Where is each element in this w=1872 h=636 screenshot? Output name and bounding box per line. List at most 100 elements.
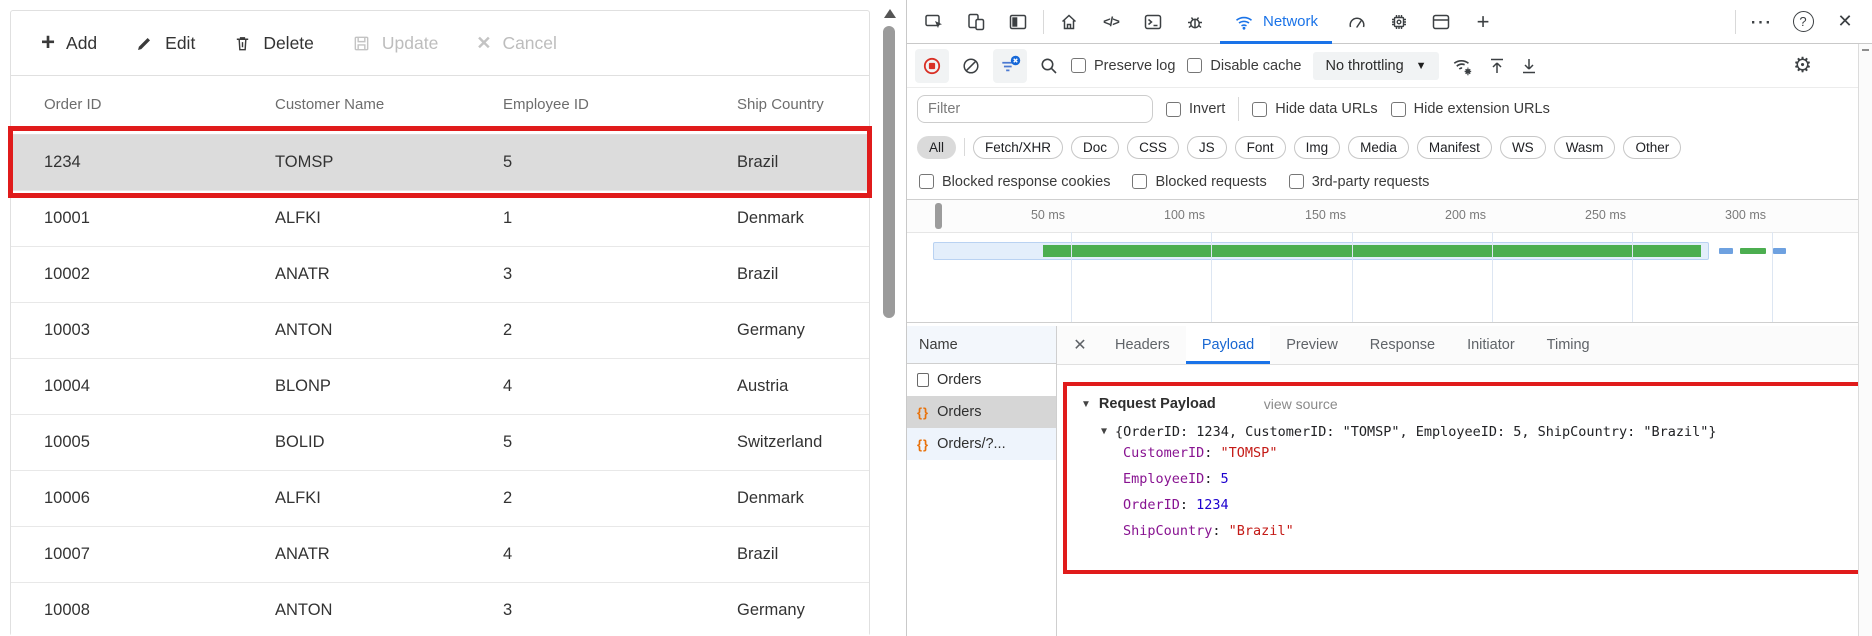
- grid-cell: 10003: [44, 303, 90, 358]
- chevron-down-icon: ▼: [1416, 60, 1427, 72]
- disable-cache-label: Disable cache: [1210, 58, 1301, 74]
- filter-chip-doc[interactable]: Doc: [1071, 136, 1119, 159]
- third-party-requests-checkbox[interactable]: 3rd-party requests: [1289, 174, 1430, 190]
- detail-tab-response[interactable]: Response: [1354, 326, 1451, 364]
- devtools-panel: </> Network +: [906, 0, 1872, 636]
- detail-tab-preview[interactable]: Preview: [1270, 326, 1354, 364]
- request-rows: Orders{}Orders {} Orders/?...: [907, 364, 1056, 460]
- memory-cpu-icon[interactable]: [1382, 5, 1416, 39]
- table-row[interactable]: 10003ANTON2Germany: [11, 303, 869, 359]
- filter-chip-css[interactable]: CSS: [1127, 136, 1179, 159]
- request-row[interactable]: {} Orders/?...: [907, 428, 1056, 460]
- preserve-log-checkbox[interactable]: Preserve log: [1071, 58, 1175, 74]
- import-har-icon[interactable]: [1487, 56, 1507, 76]
- table-row[interactable]: 10004BLONP4Austria: [11, 359, 869, 415]
- hide-extension-urls-checkbox[interactable]: Hide extension URLs: [1391, 101, 1550, 117]
- record-network-log-icon[interactable]: [915, 49, 949, 83]
- tab-network[interactable]: Network: [1220, 0, 1332, 44]
- more-options-icon[interactable]: ⋯: [1744, 5, 1778, 39]
- collapse-triangle-icon[interactable]: ▼: [1101, 426, 1107, 437]
- console-tab-icon[interactable]: [1136, 5, 1170, 39]
- network-wifi-icon: [1234, 12, 1254, 32]
- filter-input[interactable]: [917, 95, 1153, 123]
- payload-colon: :: [1212, 523, 1228, 539]
- scroll-up-arrow-icon[interactable]: [884, 9, 896, 18]
- page-scrollbar[interactable]: [880, 0, 898, 636]
- request-name: Orders/?...: [937, 436, 1006, 452]
- device-emulation-icon[interactable]: [959, 5, 993, 39]
- request-list: Name Orders{}Orders {} Orders/?...: [907, 326, 1057, 636]
- debugger-bug-icon[interactable]: [1178, 5, 1212, 39]
- invert-checkbox[interactable]: Invert: [1166, 101, 1225, 117]
- table-row[interactable]: 1234TOMSP5Brazil: [11, 135, 869, 191]
- filter-chip-media[interactable]: Media: [1348, 136, 1409, 159]
- checkbox-box: [1071, 58, 1086, 73]
- table-row[interactable]: 10008ANTON3Germany: [11, 583, 869, 636]
- close-devtools-icon[interactable]: ✕: [1828, 5, 1862, 39]
- filter-chip-all[interactable]: All: [917, 136, 956, 159]
- view-source-link[interactable]: view source: [1264, 396, 1338, 412]
- payload-colon: :: [1204, 445, 1220, 461]
- table-row[interactable]: 10002ANATR3Brazil: [11, 247, 869, 303]
- pencil-icon: [135, 34, 154, 53]
- filter-chip-ws[interactable]: WS: [1500, 136, 1546, 159]
- network-conditions-icon[interactable]: [1451, 55, 1475, 77]
- filter-chip-img[interactable]: Img: [1294, 136, 1341, 159]
- network-settings-gear-icon[interactable]: ⚙: [1793, 53, 1812, 78]
- scrollbar-thumb[interactable]: [883, 26, 895, 318]
- payload-value: "TOMSP": [1221, 445, 1278, 461]
- column-header-order-id: Order ID: [44, 76, 102, 134]
- table-row[interactable]: 10006ALFKI2Denmark: [11, 471, 869, 527]
- hide-data-urls-checkbox[interactable]: Hide data URLs: [1252, 101, 1377, 117]
- throttling-select[interactable]: No throttling ▼: [1313, 52, 1438, 80]
- export-har-icon[interactable]: [1519, 56, 1539, 76]
- filter-chip-fetch-xhr[interactable]: Fetch/XHR: [973, 136, 1063, 159]
- grid-cell: ALFKI: [275, 471, 321, 526]
- dock-side-icon[interactable]: [1001, 5, 1035, 39]
- timeline-request-bar[interactable]: [1043, 245, 1701, 257]
- filter-chip-font[interactable]: Font: [1235, 136, 1286, 159]
- table-row[interactable]: 10005BOLID5Switzerland: [11, 415, 869, 471]
- filter-chip-wasm[interactable]: Wasm: [1554, 136, 1616, 159]
- detail-tab-payload[interactable]: Payload: [1186, 326, 1270, 364]
- filter-icon[interactable]: [993, 49, 1027, 83]
- help-icon[interactable]: ?: [1786, 5, 1820, 39]
- home-icon[interactable]: [1052, 5, 1086, 39]
- request-row[interactable]: Orders: [907, 364, 1056, 396]
- filter-chip-other[interactable]: Other: [1623, 136, 1681, 159]
- filter-chip-manifest[interactable]: Manifest: [1417, 136, 1492, 159]
- edit-button[interactable]: Edit: [135, 33, 195, 54]
- timeline-left-handle[interactable]: [935, 203, 942, 229]
- timeline-tick-label: 250 ms: [1562, 208, 1626, 222]
- collapse-triangle-icon[interactable]: ▼: [1081, 399, 1091, 410]
- table-row[interactable]: 10001ALFKI1Denmark: [11, 191, 869, 247]
- filter-chip-js[interactable]: JS: [1187, 136, 1227, 159]
- close-detail-icon[interactable]: ✕: [1061, 335, 1099, 355]
- clear-network-log-icon[interactable]: [961, 56, 981, 76]
- payload-entry: ShipCountry: "Brazil": [1123, 518, 1847, 544]
- blocked-requests-checkbox[interactable]: Blocked requests: [1132, 174, 1266, 190]
- table-row[interactable]: 10007ANATR4Brazil: [11, 527, 869, 583]
- performance-gauge-icon[interactable]: [1340, 5, 1374, 39]
- request-list-header[interactable]: Name: [907, 326, 1056, 364]
- disable-cache-checkbox[interactable]: Disable cache: [1187, 58, 1301, 74]
- grid-cell: 10004: [44, 359, 90, 414]
- payload-key: ShipCountry: [1123, 523, 1212, 539]
- request-row[interactable]: {}Orders: [907, 396, 1056, 428]
- elements-tab-icon[interactable]: </>: [1094, 5, 1128, 39]
- devtools-scrollbar[interactable]: [1858, 44, 1872, 636]
- inspect-element-icon[interactable]: [917, 5, 951, 39]
- blocked-response-cookies-checkbox[interactable]: Blocked response cookies: [919, 174, 1110, 190]
- update-button-label: Update: [382, 33, 438, 54]
- add-button[interactable]: + Add: [41, 33, 97, 54]
- delete-button[interactable]: Delete: [233, 33, 314, 54]
- detail-tab-headers[interactable]: Headers: [1099, 326, 1186, 364]
- application-panel-icon[interactable]: [1424, 5, 1458, 39]
- more-tabs-plus-icon[interactable]: +: [1466, 5, 1500, 39]
- search-icon[interactable]: [1039, 56, 1059, 76]
- grid-cell: ALFKI: [275, 191, 321, 246]
- detail-tab-timing[interactable]: Timing: [1531, 326, 1606, 364]
- json-braces-icon: {}: [917, 437, 929, 452]
- detail-tab-initiator[interactable]: Initiator: [1451, 326, 1531, 364]
- grid-cell: Brazil: [737, 247, 778, 302]
